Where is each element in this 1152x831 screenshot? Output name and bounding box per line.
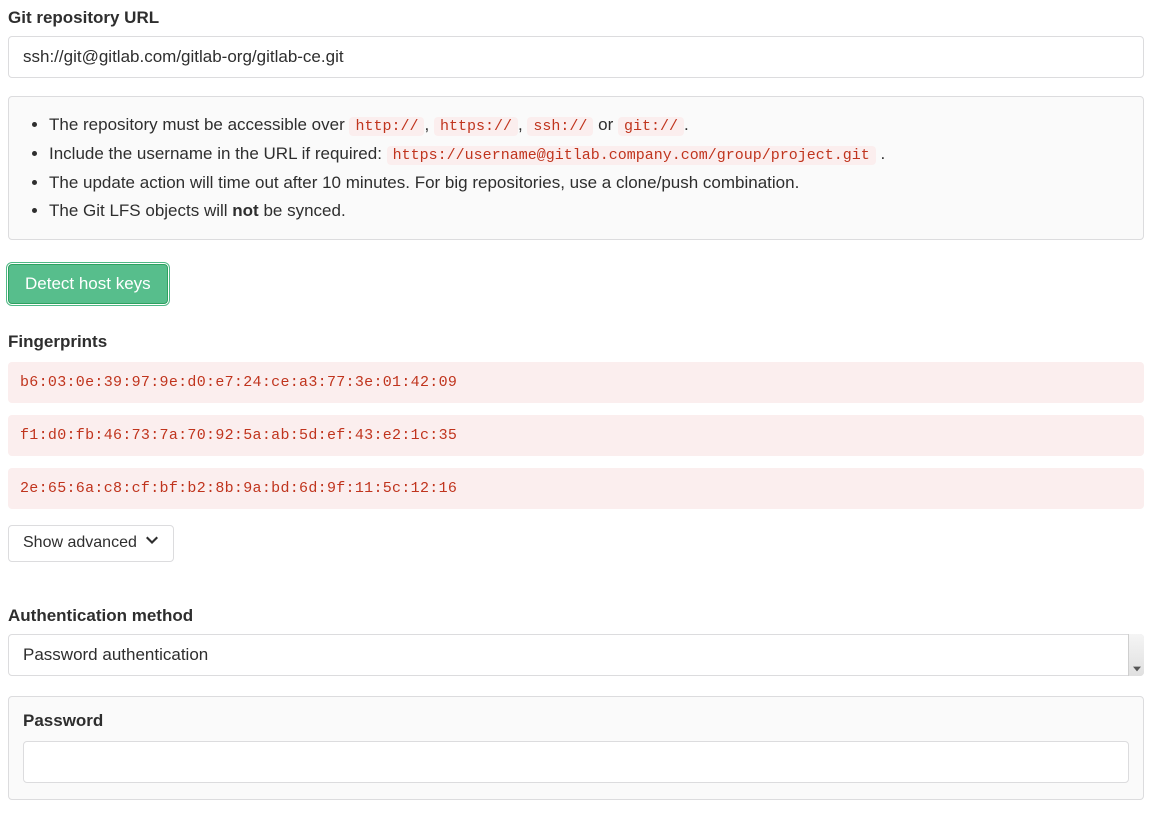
code-username-url: https://username@gitlab.company.com/grou…	[387, 146, 876, 165]
detect-host-keys-button[interactable]: Detect host keys	[8, 264, 168, 304]
password-input[interactable]	[23, 741, 1129, 783]
code-git: git://	[618, 117, 684, 136]
hint-username: Include the username in the URL if requi…	[49, 140, 1125, 169]
code-https: https://	[434, 117, 518, 136]
hint-protocols: The repository must be accessible over h…	[49, 111, 1125, 140]
show-advanced-button[interactable]: Show advanced	[8, 525, 174, 562]
fingerprints-title: Fingerprints	[8, 332, 1144, 352]
auth-method-select[interactable]: Password authentication	[8, 634, 1144, 676]
repo-url-label: Git repository URL	[8, 8, 1144, 28]
chevron-down-icon	[145, 534, 159, 553]
code-ssh: ssh://	[527, 117, 593, 136]
code-http: http://	[349, 117, 424, 136]
repo-url-input[interactable]	[8, 36, 1144, 78]
repo-hints-box: The repository must be accessible over h…	[8, 96, 1144, 240]
hint-timeout: The update action will time out after 10…	[49, 169, 1125, 197]
fingerprint-item: f1:d0:fb:46:73:7a:70:92:5a:ab:5d:ef:43:e…	[8, 415, 1144, 456]
password-box: Password	[8, 696, 1144, 800]
show-advanced-label: Show advanced	[23, 534, 137, 552]
fingerprint-item: 2e:65:6a:c8:cf:bf:b2:8b:9a:bd:6d:9f:11:5…	[8, 468, 1144, 509]
auth-method-label: Authentication method	[8, 606, 1144, 626]
password-label: Password	[23, 711, 1129, 731]
hint-lfs: The Git LFS objects will not be synced.	[49, 197, 1125, 225]
fingerprint-item: b6:03:0e:39:97:9e:d0:e7:24:ce:a3:77:3e:0…	[8, 362, 1144, 403]
